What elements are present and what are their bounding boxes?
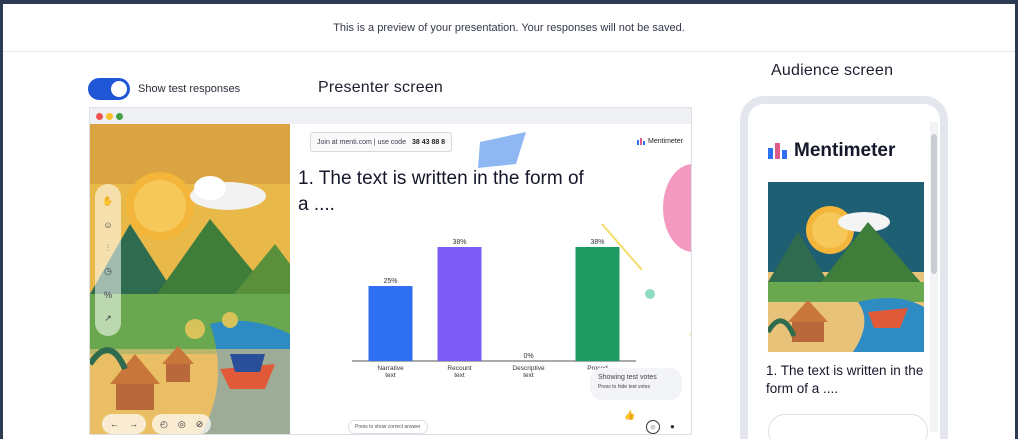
test-votes-title: Showing test votes: [598, 374, 657, 381]
chart-category-label: Narrative: [377, 365, 404, 372]
block-icon[interactable]: ⊘: [196, 419, 204, 430]
test-votes-hint: Press to hide test votes: [598, 384, 650, 390]
show-test-responses-row: Show test responses: [88, 78, 240, 100]
audience-brand: Mentimeter: [768, 140, 895, 162]
chart-bar: [575, 247, 620, 361]
window-titlebar: [90, 108, 691, 124]
presenter-screen: ✋ ☺ ⫶ ◷ % ↗ ← → ◴ ◎ ⊘ Join at menti.com …: [89, 107, 692, 435]
preview-banner: This is a preview of your presentation. …: [3, 4, 1015, 52]
chart-bar: [437, 247, 482, 361]
chart-category-label: text: [523, 372, 534, 379]
mentimeter-logo-icon: [768, 143, 787, 159]
reactions-button-icon[interactable]: ☺: [646, 420, 660, 434]
reaction-icon[interactable]: ☺: [103, 220, 112, 230]
minimize-dot-icon: [106, 113, 113, 120]
chart-value-label: 25%: [383, 278, 397, 285]
hide-results-icon[interactable]: ◎: [178, 419, 186, 430]
stopwatch-icon[interactable]: ◴: [160, 419, 168, 430]
presenter-tool-rail: ✋ ☺ ⫶ ◷ % ↗: [95, 184, 121, 336]
landscape-illustration: [768, 182, 924, 352]
audience-scrollbar[interactable]: [930, 122, 938, 432]
presenter-screen-heading: Presenter screen: [318, 79, 444, 96]
maximize-dot-icon: [116, 113, 123, 120]
scrollbar-thumb[interactable]: [931, 134, 937, 274]
thumbs-up-icon[interactable]: 👍: [624, 410, 635, 421]
show-test-responses-label: Show test responses: [138, 83, 241, 95]
trend-icon[interactable]: ↗: [104, 313, 112, 324]
audience-brand-name: Mentimeter: [794, 140, 896, 161]
percent-icon[interactable]: %: [104, 290, 112, 300]
presenter-slide: Join at menti.com | use code 38 43 88 8 …: [290, 124, 691, 434]
presenter-bottom-toolbar: ← → ◴ ◎ ⊘: [102, 414, 212, 434]
close-dot-icon: [96, 113, 103, 120]
chart-category-label: text: [454, 372, 465, 379]
chart-category-label: text: [385, 372, 396, 379]
audience-illustration: [768, 182, 924, 352]
chart-value-label: 38%: [452, 239, 466, 246]
arrow-right-icon[interactable]: →: [129, 419, 138, 429]
timer-icon[interactable]: ◷: [104, 266, 112, 277]
arrow-left-icon[interactable]: ←: [110, 419, 119, 429]
chart-value-label: 0%: [523, 353, 533, 360]
audience-answer-input[interactable]: [768, 414, 928, 439]
presenter-illustration: ✋ ☺ ⫶ ◷ % ↗ ← → ◴ ◎ ⊘: [90, 124, 290, 434]
slide-controls: ◴ ◎ ⊘: [152, 414, 212, 434]
audience-screen: Mentimeter 1. The text is written in the…: [756, 122, 928, 439]
test-votes-notice: Showing test votes Press to hide test vo…: [590, 368, 682, 400]
audience-screen-heading: Audience screen: [771, 62, 894, 79]
correct-answer-hint: Press to show correct answer: [348, 420, 428, 434]
hand-icon[interactable]: ✋: [102, 196, 113, 207]
bar-chart-icon[interactable]: ⫶: [107, 243, 109, 254]
audience-phone-frame: Mentimeter 1. The text is written in the…: [740, 96, 948, 439]
chart-category-label: Descriptive: [512, 365, 545, 372]
chart-category-label: Recount: [447, 365, 471, 372]
preview-banner-text: This is a preview of your presentation. …: [333, 21, 685, 34]
show-test-responses-toggle[interactable]: [88, 78, 130, 100]
chart-value-label: 38%: [590, 239, 604, 246]
correct-answer-hint-text: Press to show correct answer: [355, 424, 421, 430]
person-icon[interactable]: ●: [670, 422, 675, 431]
chart-bar: [368, 286, 413, 361]
nav-arrows: ← →: [102, 414, 146, 434]
toggle-knob: [111, 81, 127, 97]
audience-question-title: 1. The text is written in the form of a …: [766, 363, 924, 396]
